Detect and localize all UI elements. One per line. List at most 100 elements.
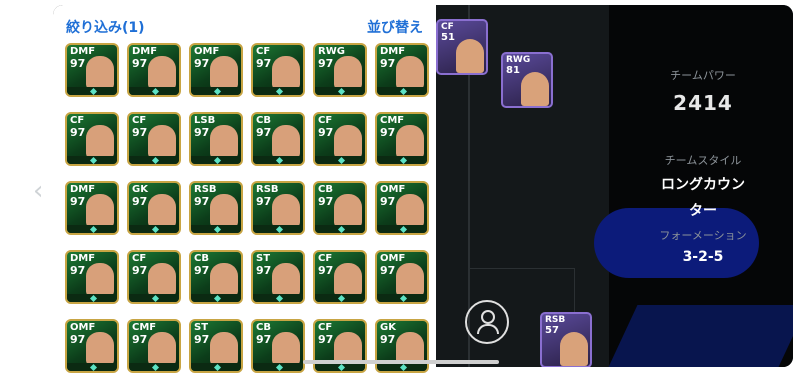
- player-rating: 97: [318, 57, 334, 70]
- player-card[interactable]: CB 97: [251, 112, 305, 166]
- player-portrait: [396, 125, 424, 159]
- player-card[interactable]: OMF 97: [375, 181, 429, 235]
- player-card[interactable]: ST 97: [251, 250, 305, 304]
- player-card[interactable]: DMF 97: [65, 181, 119, 235]
- card-footer: [253, 87, 303, 95]
- screen: チームパワー 2414 チームスタイル ロングカウン ター フォーメーション 3…: [0, 0, 800, 373]
- player-rating: 97: [132, 57, 148, 70]
- player-portrait: [148, 263, 176, 297]
- player-rating: 97: [256, 57, 272, 70]
- formation-value: 3-2-5: [682, 249, 724, 265]
- player-position: RSB: [256, 184, 279, 195]
- card-footer: [315, 363, 365, 371]
- player-card[interactable]: CMF 97: [375, 112, 429, 166]
- player-card[interactable]: RWG 97: [313, 43, 367, 97]
- card-footer: [129, 294, 179, 302]
- player-card[interactable]: DMF 97: [127, 43, 181, 97]
- player-card[interactable]: GK 97: [375, 319, 429, 373]
- player-card[interactable]: LSB 97: [189, 112, 243, 166]
- player-position: OMF: [194, 46, 220, 57]
- player-card[interactable]: CF 97: [251, 43, 305, 97]
- player-portrait: [272, 194, 300, 228]
- player-card[interactable]: CF 97: [313, 250, 367, 304]
- formation: フォーメーション 3-2-5: [618, 227, 788, 265]
- player-rating: 97: [380, 264, 396, 277]
- card-footer: [67, 294, 117, 302]
- player-rating: 97: [70, 264, 86, 277]
- player-card[interactable]: CF 97: [313, 319, 367, 373]
- player-portrait: [86, 263, 114, 297]
- player-rating: 97: [132, 264, 148, 277]
- player-card[interactable]: CB 97: [189, 250, 243, 304]
- card-footer: [377, 156, 427, 164]
- player-position: RWG: [318, 46, 345, 57]
- player-card[interactable]: RSB 97: [189, 181, 243, 235]
- player-card[interactable]: OMF 97: [65, 319, 119, 373]
- card-footer: [67, 225, 117, 233]
- player-card[interactable]: CF 97: [313, 112, 367, 166]
- player-portrait: [210, 332, 238, 366]
- player-position: CMF: [380, 115, 405, 126]
- player-position: LSB: [194, 115, 216, 126]
- player-card[interactable]: CB 97: [251, 319, 305, 373]
- player-rating: 97: [132, 195, 148, 208]
- player-position: CMF: [132, 322, 157, 333]
- formation-label: フォーメーション: [659, 229, 747, 242]
- chevron-left-icon[interactable]: ‹: [33, 176, 43, 206]
- player-rating: 97: [256, 264, 272, 277]
- sort-button[interactable]: 並び替え: [367, 17, 423, 37]
- card-footer: [315, 294, 365, 302]
- player-portrait: [334, 125, 362, 159]
- player-portrait: [86, 194, 114, 228]
- player-rating: 97: [194, 57, 210, 70]
- player-rating: 97: [256, 126, 272, 139]
- player-portrait: [86, 56, 114, 90]
- player-position: DMF: [70, 46, 96, 57]
- player-rating: 97: [318, 195, 334, 208]
- card-footer: [129, 363, 179, 371]
- card-footer: [191, 87, 241, 95]
- player-card[interactable]: GK 97: [127, 181, 181, 235]
- filter-button[interactable]: 絞り込み(1): [66, 17, 145, 37]
- player-portrait: [210, 263, 238, 297]
- player-card[interactable]: CB 97: [313, 181, 367, 235]
- field-player-card[interactable]: CF 51: [436, 19, 488, 75]
- player-card[interactable]: DMF 97: [65, 250, 119, 304]
- player-position: RSB: [545, 315, 566, 325]
- card-footer: [253, 363, 303, 371]
- player-position: CB: [256, 115, 271, 126]
- player-portrait: [456, 39, 484, 73]
- player-card[interactable]: CMF 97: [127, 319, 181, 373]
- player-position: GK: [380, 322, 396, 333]
- home-indicator[interactable]: [303, 360, 499, 364]
- player-card[interactable]: OMF 97: [375, 250, 429, 304]
- player-card[interactable]: DMF 97: [375, 43, 429, 97]
- card-footer: [191, 156, 241, 164]
- player-portrait: [272, 332, 300, 366]
- player-position: DMF: [132, 46, 158, 57]
- player-position: CB: [318, 184, 333, 195]
- card-footer: [67, 87, 117, 95]
- player-card[interactable]: ST 97: [189, 319, 243, 373]
- user-icon[interactable]: [465, 300, 509, 344]
- player-rating: 97: [380, 57, 396, 70]
- player-portrait: [521, 72, 549, 106]
- team-style-value-1: ロングカウン: [661, 177, 745, 193]
- player-card[interactable]: CF 97: [127, 112, 181, 166]
- player-position: CF: [318, 322, 333, 333]
- field-player-card[interactable]: RSB 57: [540, 312, 592, 367]
- player-portrait: [396, 194, 424, 228]
- decor-shape: [608, 305, 793, 367]
- player-card[interactable]: CF 97: [65, 112, 119, 166]
- field-player-card[interactable]: RWG 81: [501, 52, 553, 108]
- player-card[interactable]: CF 97: [127, 250, 181, 304]
- player-list-panel: 絞り込み(1) 並び替え DMF 97 DMF 97 OMF 97 CF 97 RWG 97 DMF…: [53, 5, 436, 373]
- player-portrait: [272, 263, 300, 297]
- card-footer: [377, 294, 427, 302]
- player-card[interactable]: DMF 97: [65, 43, 119, 97]
- player-card[interactable]: OMF 97: [189, 43, 243, 97]
- player-portrait: [396, 263, 424, 297]
- player-card[interactable]: RSB 97: [251, 181, 305, 235]
- card-footer: [67, 156, 117, 164]
- player-rating: 97: [380, 126, 396, 139]
